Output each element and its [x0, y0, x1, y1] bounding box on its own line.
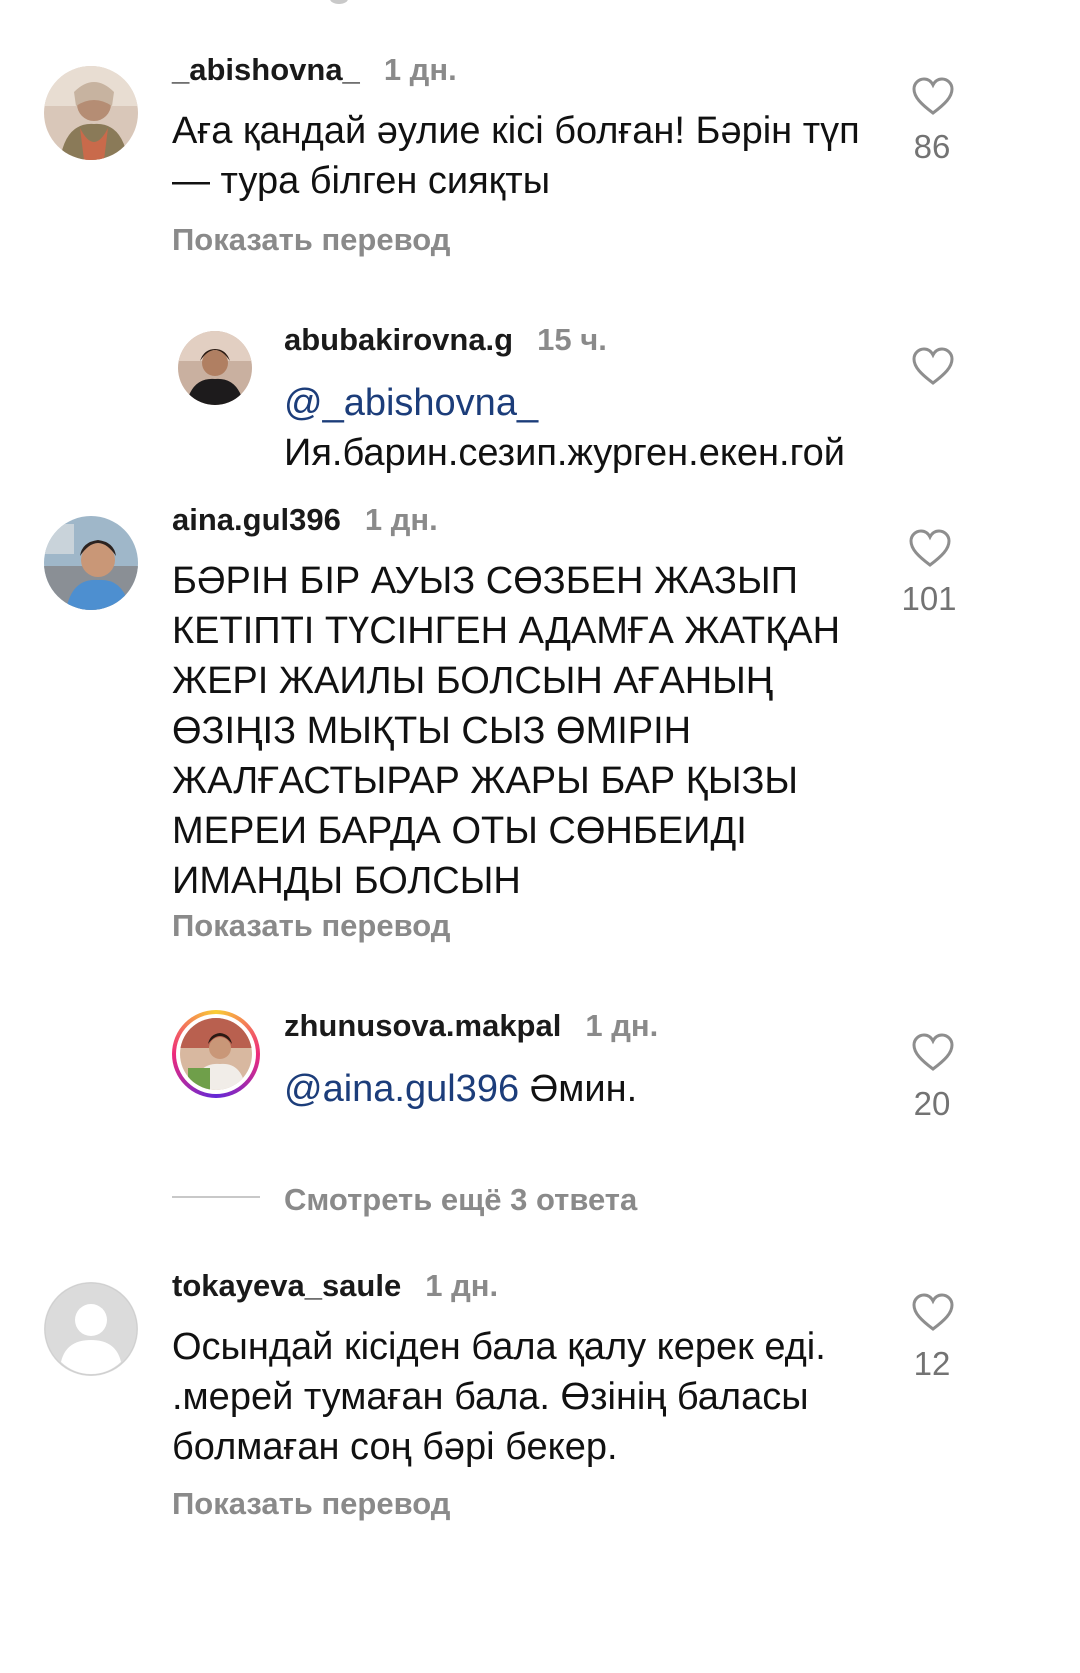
- avatar[interactable]: [44, 1282, 138, 1376]
- like-count: 101: [901, 580, 957, 617]
- avatar[interactable]: [178, 331, 252, 405]
- comment-text: Аға қандай әулие кісі болған! Бәрін түп …: [172, 110, 860, 202]
- comment-text: Осындай кісіден бала қалу керек еді. .ме…: [172, 1326, 826, 1468]
- comment-username[interactable]: tokayeva_saule: [172, 1268, 401, 1303]
- previous-content-edge: [330, 0, 348, 4]
- reply-body: Ия.барин.сезип.журген.екен.гой: [284, 432, 845, 474]
- heart-icon[interactable]: [908, 528, 952, 568]
- show-translation-link[interactable]: Показать перевод: [172, 908, 450, 944]
- heart-icon[interactable]: [911, 1292, 955, 1332]
- comment-timestamp: 1 дн.: [383, 52, 457, 87]
- heart-icon[interactable]: [911, 76, 955, 116]
- like-count: 20: [913, 1085, 951, 1122]
- reply-thread-line: [172, 1196, 260, 1198]
- comment-timestamp: 1 дн.: [364, 502, 438, 537]
- comment-username[interactable]: _abishovna_: [172, 52, 360, 87]
- show-translation-link[interactable]: Показать перевод: [172, 222, 450, 258]
- comment-username[interactable]: zhunusova.makpal: [284, 1008, 561, 1043]
- view-more-replies-button[interactable]: Смотреть ещё 3 ответа: [284, 1182, 637, 1218]
- comment-text: @_abishovna_ Ия.барин.сезип.журген.екен.…: [284, 378, 884, 478]
- comment-username[interactable]: aina.gul396: [172, 502, 341, 537]
- heart-icon[interactable]: [911, 1032, 955, 1072]
- profile-photo-icon: [44, 66, 138, 160]
- reply-body: Әмин.: [519, 1068, 638, 1110]
- comment-timestamp: 1 дн.: [425, 1268, 499, 1303]
- profile-photo-icon: [180, 1018, 252, 1090]
- comment-timestamp: 15 ч.: [537, 322, 607, 357]
- mention-link[interactable]: @aina.gul396: [284, 1068, 519, 1110]
- story-ring-avatar[interactable]: [172, 1010, 260, 1098]
- avatar[interactable]: [44, 516, 138, 610]
- like-count: 12: [913, 1345, 951, 1382]
- comment-text: БӘРІН БІР АУЫЗ СӨЗБЕН ЖАЗЫП КЕТІПТІ ТҮСІ…: [172, 560, 841, 902]
- profile-photo-icon: [44, 516, 138, 610]
- heart-icon[interactable]: [911, 346, 955, 386]
- like-count: 86: [913, 128, 951, 165]
- profile-photo-icon: [178, 331, 252, 405]
- show-translation-link[interactable]: Показать перевод: [172, 1486, 450, 1522]
- mention-link[interactable]: @_abishovna_: [284, 382, 538, 424]
- comment-text: @aina.gul396 Әмин.: [284, 1064, 884, 1114]
- default-avatar-icon: [44, 1282, 138, 1376]
- avatar[interactable]: [44, 66, 138, 160]
- comment-timestamp: 1 дн.: [585, 1008, 659, 1043]
- comment-username[interactable]: abubakirovna.g: [284, 322, 513, 357]
